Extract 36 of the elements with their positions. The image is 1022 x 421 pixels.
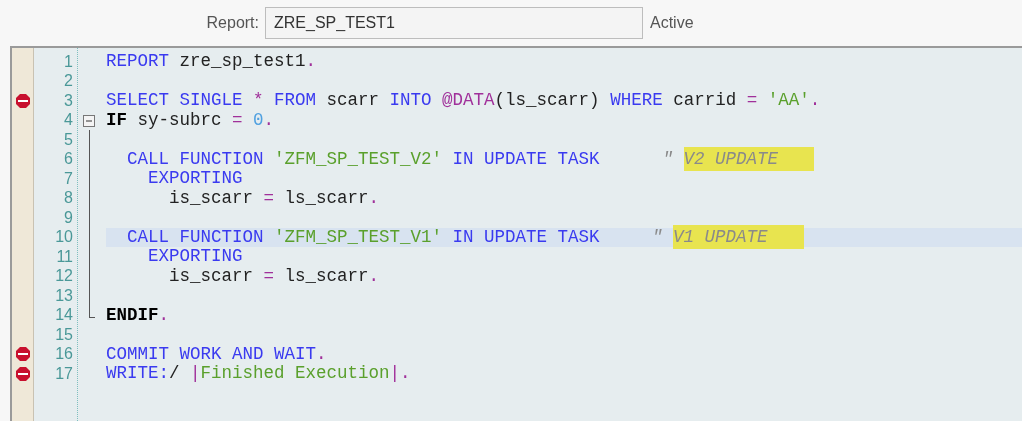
code-line: COMMIT WORK AND WAIT.: [106, 344, 327, 364]
status-text: Active: [650, 13, 694, 33]
line-number: 17: [54, 363, 74, 384]
line-number: 13: [54, 285, 74, 306]
line-number: 8: [63, 188, 74, 209]
report-name-field[interactable]: ZRE_SP_TEST1: [265, 7, 643, 39]
line-number: 1: [63, 51, 74, 72]
line-number: 16: [54, 344, 74, 365]
code-line: is_scarr = ls_scarr.: [168, 188, 380, 208]
line-number: 14: [54, 305, 74, 326]
breakpoint-stop-icon[interactable]: [16, 347, 30, 362]
line-number: 5: [63, 129, 74, 150]
line-number: 3: [63, 90, 74, 111]
breakpoint-stop-icon[interactable]: [16, 93, 30, 108]
code-line: EXPORTING: [147, 169, 243, 189]
code-line: SELECT SINGLE * FROM scarr INTO @DATA(ls_scarr) WHERE carrid = 'AA'.: [106, 91, 821, 111]
code-line: REPORT zre_sp_test1.: [106, 52, 317, 72]
line-number: 6: [63, 149, 74, 170]
code-line: WRITE:/ |Finished Execution|.: [106, 364, 411, 384]
report-label: Report:: [205, 13, 259, 33]
line-number: 9: [63, 207, 74, 228]
code-line: CALL FUNCTION 'ZFM_SP_TEST_V1' IN UPDATE TASK " V1 UPDATE: [106, 227, 804, 247]
line-number: 12: [54, 266, 74, 287]
code-line: CALL FUNCTION 'ZFM_SP_TEST_V2' IN UPDATE TASK " V2 UPDATE: [106, 149, 815, 169]
line-number: 2: [63, 71, 74, 92]
line-number: 4: [63, 110, 74, 131]
line-number: 15: [54, 324, 74, 345]
line-number: 7: [63, 168, 74, 189]
line-number: 11: [55, 246, 74, 267]
fold-toggle[interactable]: [83, 114, 95, 127]
line-number: 10: [54, 227, 74, 248]
code-line: EXPORTING: [147, 247, 243, 267]
code-line: IF sy-subrc = 0.: [106, 110, 275, 130]
code-line: ENDIF.: [106, 305, 170, 325]
breakpoint-stop-icon[interactable]: [16, 366, 30, 381]
code-line: is_scarr = ls_scarr.: [168, 266, 380, 286]
